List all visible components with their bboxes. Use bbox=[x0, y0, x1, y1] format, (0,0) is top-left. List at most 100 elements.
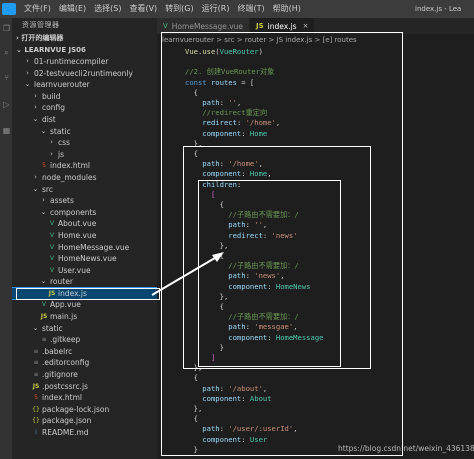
code-token: //2. 创建VueRouter对象 bbox=[185, 67, 275, 77]
tree-file[interactable]: {} package-lock.json bbox=[12, 404, 157, 416]
code-token: HomeNews bbox=[275, 281, 311, 291]
tree-item-label: config bbox=[42, 103, 65, 113]
open-editors-section[interactable]: › 打开的编辑器 bbox=[12, 32, 157, 44]
code-token: : bbox=[219, 383, 229, 393]
tree-item-label: package.json bbox=[42, 416, 92, 426]
explorer-icon[interactable]: ❐ bbox=[2, 24, 11, 33]
chevron-right-icon: › bbox=[34, 91, 37, 100]
tree-item-label: js bbox=[58, 149, 64, 159]
menu-item[interactable]: 选择(S) bbox=[90, 0, 125, 18]
code-token: '' bbox=[254, 220, 263, 230]
run-debug-icon[interactable]: ▷ bbox=[2, 100, 11, 109]
tree-folder[interactable]: ⌄ router bbox=[12, 276, 157, 288]
code-token: , bbox=[258, 159, 263, 169]
code-token: Home bbox=[249, 128, 268, 138]
tree-file[interactable]: i README.md bbox=[12, 427, 157, 439]
tree-folder[interactable]: › css bbox=[12, 137, 157, 149]
menu-item[interactable]: 转到(G) bbox=[161, 0, 197, 18]
tree-folder[interactable]: ⌄ components bbox=[12, 207, 157, 219]
md-file-icon: i bbox=[35, 429, 37, 436]
search-icon[interactable]: ⌕ bbox=[2, 48, 11, 57]
tree-folder[interactable]: › build bbox=[12, 91, 157, 103]
code-token: VueRouter bbox=[219, 47, 259, 56]
tree-file[interactable]: V HomeNews.vue bbox=[12, 253, 157, 265]
tree-file[interactable]: JS .postcssrc.js bbox=[12, 381, 157, 393]
code-token: component bbox=[185, 332, 268, 342]
window-title: index.js - Lea bbox=[415, 5, 462, 13]
tree-item-label: HomeNews.vue bbox=[58, 254, 117, 264]
breadcrumb[interactable]: learnvuerouter > src > router > JS index… bbox=[157, 34, 474, 46]
file-tree: › 01-runtimecompiler › 02-testvuecli2runtim… bbox=[12, 56, 157, 439]
code-token: : bbox=[241, 393, 250, 403]
close-tab-icon[interactable]: × bbox=[303, 22, 309, 30]
tree-file[interactable]: JS main.js bbox=[12, 311, 157, 323]
code-token: : bbox=[241, 169, 250, 179]
code-token: use bbox=[202, 47, 216, 56]
code-token: { bbox=[185, 200, 224, 209]
code-token: } bbox=[185, 444, 198, 454]
menu-item[interactable]: 帮助(H) bbox=[269, 0, 305, 18]
project-section[interactable]: ⌄ LEARNVUE JS06 bbox=[12, 44, 157, 56]
tree-file[interactable]: JS index.js bbox=[12, 286, 157, 301]
vscode-logo-icon bbox=[2, 3, 16, 15]
tree-item-label: App.vue bbox=[50, 300, 81, 310]
code-token: : bbox=[236, 118, 246, 128]
vue-file-icon: V bbox=[41, 301, 47, 309]
tree-folder[interactable]: ⌄ static bbox=[12, 126, 157, 138]
tree-file[interactable]: ≡ .editorconfig bbox=[12, 357, 157, 369]
tree-item-label: index.js bbox=[58, 288, 87, 298]
menu-item[interactable]: 运行(R) bbox=[198, 0, 234, 18]
tree-item-label: .babelrc bbox=[42, 346, 73, 356]
tree-folder[interactable]: › 02-testvuecli2runtimeonly bbox=[12, 68, 157, 80]
tree-item-label: src bbox=[42, 184, 53, 194]
tree-folder[interactable]: ⌄ learnvuerouter bbox=[12, 79, 157, 91]
tree-folder[interactable]: › 01-runtimecompiler bbox=[12, 56, 157, 68]
tree-folder[interactable]: › node_modules bbox=[12, 172, 157, 184]
tree-file[interactable]: ≡ .gitignore bbox=[12, 369, 157, 381]
code-token: , bbox=[262, 220, 268, 230]
tree-file[interactable]: {} package.json bbox=[12, 415, 157, 427]
tree-item-label: User.vue bbox=[58, 265, 91, 275]
code-token: }, bbox=[185, 138, 203, 148]
code-token: , bbox=[236, 98, 242, 107]
tree-file[interactable]: 5 index.html bbox=[12, 392, 157, 404]
tree-item-label: index.html bbox=[50, 161, 90, 171]
tree-folder[interactable]: ⌄ src bbox=[12, 184, 157, 196]
code-token: }, bbox=[185, 404, 203, 413]
code-token: : bbox=[241, 434, 250, 444]
tree-item-label: components bbox=[50, 207, 97, 217]
code-token: : bbox=[267, 332, 276, 342]
tree-file[interactable]: ≡ .babelrc bbox=[12, 346, 157, 358]
tree-file[interactable]: V HomeMessage.vue bbox=[12, 242, 157, 254]
tree-file[interactable]: ≡ .gitkeep bbox=[12, 334, 157, 346]
tree-file[interactable]: V App.vue bbox=[12, 299, 157, 311]
code-token: path bbox=[185, 220, 246, 230]
menu-item[interactable]: 文件(F) bbox=[20, 0, 55, 18]
editor-tab[interactable]: JS index.js × bbox=[250, 18, 316, 34]
tree-item-label: assets bbox=[50, 196, 74, 206]
menu-item[interactable]: 编辑(E) bbox=[55, 0, 90, 18]
title-bar: 文件(F) 编辑(E) 选择(S) 查看(V) 转到(G) 运行(R) 终端(T) 帮助(H)… bbox=[0, 0, 474, 18]
tree-folder[interactable]: ⌄ static bbox=[12, 323, 157, 335]
code-token: 'messgae' bbox=[254, 322, 294, 332]
chevron-right-icon: › bbox=[26, 57, 29, 65]
tree-file[interactable]: 5 index.html bbox=[12, 160, 157, 172]
tree-file[interactable]: V User.vue bbox=[12, 265, 157, 277]
extensions-icon[interactable]: ▦ bbox=[2, 126, 11, 135]
tree-file[interactable]: V Home.vue bbox=[12, 230, 157, 242]
tree-folder[interactable]: ⌄ dist bbox=[12, 114, 157, 126]
code-token: : bbox=[245, 220, 255, 230]
chevron-right-icon: › bbox=[34, 172, 37, 181]
menu-item[interactable]: 查看(V) bbox=[125, 0, 161, 18]
tree-folder[interactable]: › js bbox=[12, 149, 157, 161]
chevron-down-icon: ⌄ bbox=[32, 114, 39, 123]
misc-file-icon: ≡ bbox=[33, 347, 39, 355]
vue-file-icon: V bbox=[49, 220, 55, 228]
editor-tab[interactable]: V HomeMessage.vue bbox=[157, 18, 251, 34]
code-token: { bbox=[185, 414, 198, 424]
source-control-icon[interactable]: ⑂ bbox=[2, 73, 11, 82]
menu-item[interactable]: 终端(T) bbox=[233, 0, 268, 18]
tree-folder[interactable]: › config bbox=[12, 102, 157, 114]
tree-file[interactable]: V About.vue bbox=[12, 218, 157, 230]
tree-folder[interactable]: › assets bbox=[12, 195, 157, 207]
